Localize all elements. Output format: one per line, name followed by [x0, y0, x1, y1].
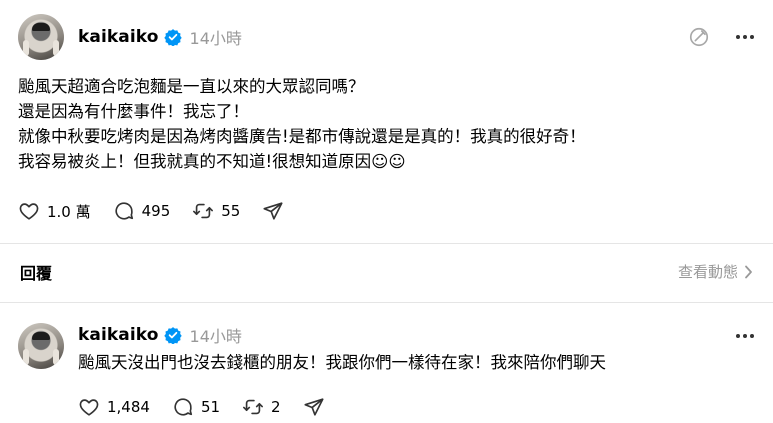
repost-icon	[243, 399, 264, 415]
more-dots-icon[interactable]	[732, 323, 758, 349]
repost-count: 2	[271, 398, 281, 416]
avatar-hand-right	[53, 349, 59, 365]
like-count: 1,484	[107, 398, 150, 416]
reply-line: 颱風天沒出門也沒去錢櫃的朋友！我跟你們一樣待在家！我來陪你們聊天	[78, 353, 606, 372]
post-top-icons	[732, 323, 758, 349]
heart-icon	[19, 203, 39, 220]
repost-button[interactable]: 55	[192, 200, 240, 222]
verified-badge-icon	[163, 326, 182, 344]
comment-button[interactable]: 495	[113, 200, 171, 222]
reply-actions: 1,484 51 2	[78, 396, 347, 418]
timestamp: 14小時	[189, 327, 242, 346]
post-line: 我容易被炎上！但我就真的不知道!很想知道原因☺☺	[18, 152, 406, 171]
more-dots-icon[interactable]	[732, 24, 758, 50]
like-count: 1.0 萬	[47, 202, 91, 221]
replies-bar: 回覆 查看動態	[0, 244, 773, 298]
chevron-right-icon	[745, 265, 752, 278]
post-header: kaikaiko 14小時	[78, 25, 242, 49]
avatar-hand-left	[23, 40, 29, 56]
avatar[interactable]	[18, 323, 64, 369]
post-line: 還是因為有什麼事件！我忘了！	[18, 102, 249, 121]
like-button[interactable]: 1.0 萬	[18, 200, 91, 222]
repost-icon	[193, 203, 214, 219]
repost-count: 55	[221, 202, 241, 220]
username[interactable]: kaikaiko	[78, 27, 159, 47]
post-body: 颱風天超適合吃泡麵是一直以來的大眾認同嗎？ 還是因為有什麼事件！我忘了！ 就像中…	[18, 74, 586, 174]
post-top-icons	[686, 24, 758, 50]
comment-button[interactable]: 51	[172, 396, 220, 418]
view-activity-link[interactable]: 查看動態	[678, 261, 753, 282]
heart-icon	[79, 399, 99, 416]
view-activity-label: 查看動態	[677, 263, 738, 281]
avatar-hand-right	[53, 40, 59, 56]
share-button[interactable]	[303, 396, 325, 418]
reply-body: 颱風天沒出門也沒去錢櫃的朋友！我跟你們一樣待在家！我來陪你們聊天	[78, 350, 606, 375]
main-post: kaikaiko 14小時 颱風天超適合吃泡麵是一直以來的大眾認同嗎？ 還是因為…	[0, 0, 773, 237]
username[interactable]: kaikaiko	[78, 325, 159, 345]
repost-button[interactable]: 2	[242, 396, 281, 418]
post-line: 颱風天超適合吃泡麵是一直以來的大眾認同嗎？	[18, 77, 365, 96]
send-icon	[304, 398, 324, 416]
post-header: kaikaiko 14小時	[78, 323, 242, 347]
share-button[interactable]	[262, 200, 284, 222]
comment-count: 51	[200, 398, 221, 416]
speech-bubble-icon	[174, 398, 193, 416]
slashed-circle-icon[interactable]	[686, 24, 712, 50]
like-button[interactable]: 1,484	[78, 396, 150, 418]
verified-badge-icon	[163, 28, 182, 46]
send-icon	[263, 202, 283, 220]
divider	[0, 302, 773, 303]
post-line: 就像中秋要吃烤肉是因為烤肉醬廣告!是都市傳說還是是真的！我真的很好奇！	[18, 127, 586, 146]
comment-count: 495	[141, 202, 171, 220]
speech-bubble-icon	[115, 202, 133, 220]
reply-post: kaikaiko 14小時 颱風天沒出門也沒去錢櫃的朋友！我跟你們一樣待在家！我…	[0, 309, 773, 423]
avatar-hand-left	[23, 349, 29, 365]
timestamp: 14小時	[189, 29, 242, 48]
avatar[interactable]	[18, 14, 64, 60]
post-actions: 1.0 萬 495 55	[18, 200, 306, 222]
replies-title: 回覆	[20, 264, 53, 283]
